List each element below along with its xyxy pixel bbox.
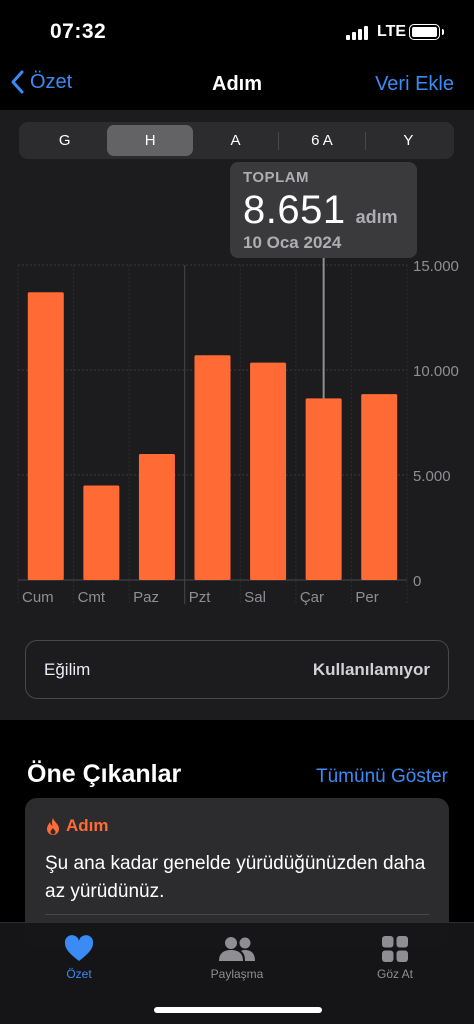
selection-tooltip: TOPLAM 8.651 adım 10 Oca 2024 bbox=[230, 162, 417, 258]
status-bar: 07:32 LTE bbox=[0, 0, 474, 62]
segment-year[interactable]: Y bbox=[366, 125, 451, 156]
segment-day[interactable]: G bbox=[22, 125, 107, 156]
segment-six-months[interactable]: 6 A bbox=[279, 125, 364, 156]
x-tick-label: Cmt bbox=[78, 589, 106, 606]
steps-bar-chart[interactable]: 0 5.000 10.000 15.000 Cum Cmt Paz Pzt Sal Çar Per bbox=[0, 255, 474, 615]
tab-summary-label: Özet bbox=[66, 967, 92, 981]
people-icon bbox=[219, 937, 255, 961]
add-data-button[interactable]: Veri Ekle bbox=[375, 73, 454, 96]
segment-month[interactable]: A bbox=[193, 125, 278, 156]
flame-icon bbox=[47, 817, 59, 835]
y-tick-label: 0 bbox=[413, 573, 421, 590]
y-tick-label: 5.000 bbox=[413, 468, 451, 485]
status-time: 07:32 bbox=[50, 20, 107, 43]
tab-browse[interactable]: Göz At bbox=[345, 935, 445, 981]
x-tick-label: Paz bbox=[133, 589, 159, 606]
highlight-text: Şu ana kadar genelde yürüdüğünüzden daha… bbox=[45, 853, 426, 902]
tab-browse-label: Göz At bbox=[376, 967, 414, 981]
bar-Çar[interactable] bbox=[305, 398, 342, 580]
x-tick-label: Çar bbox=[300, 589, 324, 606]
tab-sharing[interactable]: Paylaşma bbox=[187, 935, 287, 981]
trend-label: Eğilim bbox=[44, 659, 91, 679]
heart-icon bbox=[64, 935, 94, 961]
tooltip-unit: adım bbox=[355, 207, 398, 227]
tooltip-date: 10 Oca 2024 bbox=[243, 233, 342, 252]
x-tick-label: Per bbox=[355, 589, 378, 606]
battery-icon bbox=[409, 24, 444, 40]
bar-Per[interactable] bbox=[361, 394, 398, 580]
y-tick-label: 10.000 bbox=[413, 363, 459, 380]
bar-Paz[interactable] bbox=[138, 454, 175, 580]
network-type: LTE bbox=[377, 23, 407, 40]
navigation-bar: Özet Adım Veri Ekle bbox=[0, 62, 474, 110]
tab-sharing-label: Paylaşma bbox=[210, 967, 264, 981]
tooltip-value: 8.651 bbox=[243, 188, 346, 232]
tab-summary[interactable]: Özet bbox=[29, 935, 129, 981]
time-range-segmented-control: G H A 6 A Y bbox=[19, 122, 454, 159]
show-all-link[interactable]: Tümünü Göster bbox=[316, 766, 448, 788]
x-tick-label: Sal bbox=[244, 589, 266, 606]
trend-value: Kullanılamıyor bbox=[312, 659, 430, 679]
bar-Cmt[interactable] bbox=[83, 485, 120, 581]
home-indicator bbox=[154, 1007, 322, 1013]
x-tick-label: Cum bbox=[22, 589, 54, 606]
y-tick-label: 15.000 bbox=[413, 258, 459, 275]
card-divider bbox=[45, 914, 429, 915]
tooltip-label: TOPLAM bbox=[243, 169, 310, 186]
bar-Cum[interactable] bbox=[27, 292, 64, 580]
cellular-signal-icon bbox=[346, 26, 370, 40]
highlights-title: Öne Çıkanlar bbox=[27, 760, 182, 788]
highlight-card-header: Adım bbox=[45, 816, 429, 836]
highlight-category: Adım bbox=[66, 816, 109, 835]
trend-row[interactable]: Eğilim Kullanılamıyor bbox=[25, 640, 449, 699]
bar-Sal[interactable] bbox=[250, 362, 287, 580]
bar-Pzt[interactable] bbox=[194, 355, 231, 580]
grid-icon bbox=[382, 936, 408, 962]
segment-week[interactable]: H bbox=[107, 125, 193, 156]
x-tick-label: Pzt bbox=[189, 589, 212, 606]
